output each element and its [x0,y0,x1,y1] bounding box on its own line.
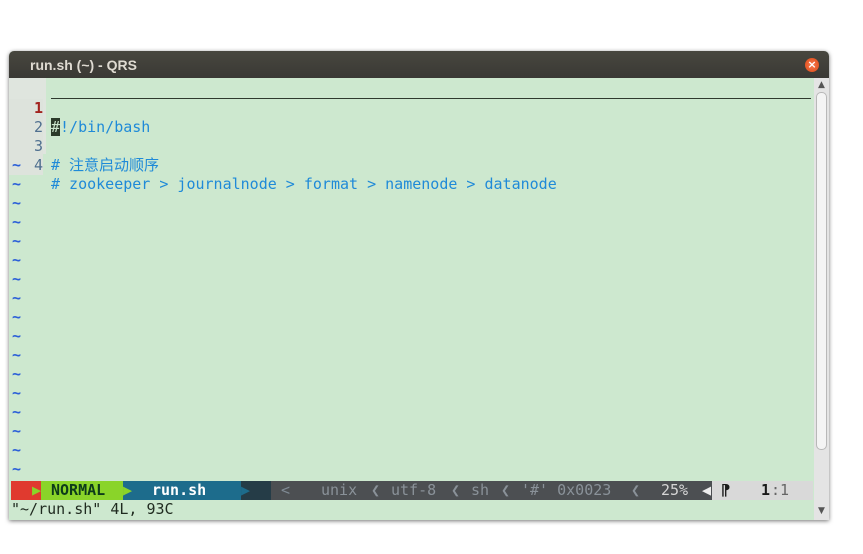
status-filename: run.sh [133,481,241,500]
status-filetype: sh [471,481,490,499]
status-line-number: 1 [761,481,771,499]
tilde-marker: ~ [12,251,22,269]
code-text: #!/bin/bash [51,118,150,137]
status-column-number: 1 [780,481,790,499]
status-fileformat: unix [321,481,358,499]
tilde-marker: ~ [12,403,22,421]
comment-text: # zookeeper > journalnode > format > nam… [51,175,557,193]
status-marker [11,481,32,500]
arrow-right-icon: ▶ [241,481,251,500]
arrow-right-icon: ▶ [123,481,133,500]
tilde-marker: ~ [12,289,22,307]
tilde-marker: ~ [12,232,22,250]
tilde-marker: ~ [12,194,22,212]
window-title: run.sh (~) - QRS [30,57,137,73]
vertical-scrollbar[interactable]: ▲ ▼ [814,78,829,520]
status-colon: : [771,481,781,499]
tilde-marker: ~ [12,346,22,364]
tilde-marker: ~ [12,175,22,193]
cursorline-underline [51,98,811,99]
mode-indicator: NORMAL [41,481,123,500]
tilde-marker: ~ [12,460,22,478]
chevron-left-icon: ❮ [631,481,641,499]
status-gap [251,481,271,500]
status-line: ▶ NORMAL ▶ run.sh ▶ < unix ❮ utf-8 ❮ sh … [11,481,813,500]
command-line[interactable]: "~/run.sh" 4L, 93C [11,500,174,519]
tilde-marker: ~ [12,384,22,402]
chevron-left-icon: ❮ [501,481,511,499]
scroll-up-icon[interactable]: ▲ [816,80,827,91]
arrow-left-icon: ◀ [702,481,712,499]
right-separator: < [281,481,291,499]
tilde-marker: ~ [12,422,22,440]
scroll-down-icon[interactable]: ▼ [816,506,827,517]
tilde-marker: ~ [12,156,22,174]
comment-text: # 注意启动顺序 [51,156,160,174]
chevron-left-icon: ❮ [371,481,381,499]
tilde-marker: ~ [12,308,22,326]
tilde-marker: ~ [12,213,22,231]
arrow-right-icon: ▶ [32,481,42,500]
tilde-marker: ~ [12,365,22,383]
title-bar[interactable]: run.sh (~) - QRS × [9,51,829,78]
close-icon[interactable]: × [805,58,819,72]
tilde-marker: ~ [12,270,22,288]
status-encoding: utf-8 [391,481,437,499]
terminal-area[interactable]: 1 #!/bin/bash 2 3 # 注意启动顺序 4 # zookeeper… [9,78,814,520]
code-line-4[interactable]: 4 # zookeeper > journalnode > format > n… [9,137,557,193]
code-line-3[interactable]: 3 # 注意启动顺序 [9,118,159,174]
scrollbar-thumb[interactable] [816,92,827,450]
tilde-marker: ~ [12,327,22,345]
status-charinfo: '#' 0x0023 [521,481,612,499]
code-line-2[interactable]: 2 [9,99,63,137]
tilde-marker: ~ [12,441,22,459]
chevron-left-icon: ❮ [451,481,461,499]
status-percent: 25% [661,481,689,499]
code-line-1[interactable]: 1 #!/bin/bash [9,80,150,136]
editor-window: run.sh (~) - QRS × 1 #!/bin/bash 2 3 # 注… [9,51,829,520]
shebang-text: !/bin/bash [60,118,151,136]
flag-icon: ⁋ [721,481,731,499]
